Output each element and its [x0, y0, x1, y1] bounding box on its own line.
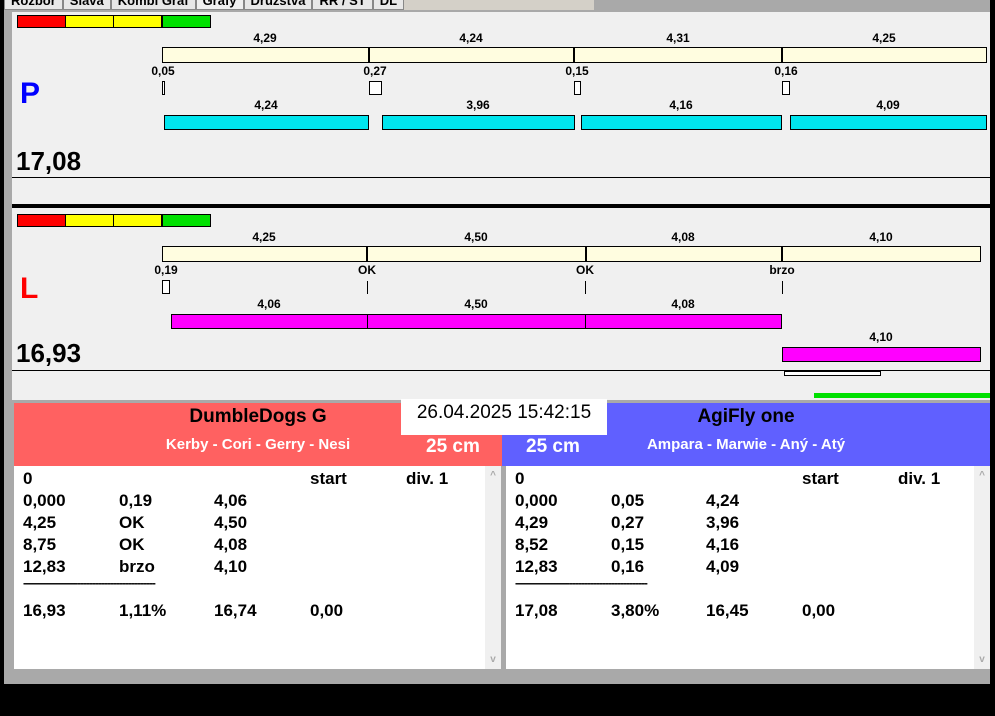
run-bar — [171, 314, 782, 329]
split-label: 4,25 — [252, 230, 276, 244]
tab-dl[interactable]: DL — [372, 0, 405, 10]
run-label: 4,09 — [876, 98, 900, 112]
reaction-label: 0,19 — [154, 263, 178, 277]
p-total-time: 17,08 — [16, 146, 82, 176]
tab-druzstva[interactable]: Družstva — [243, 0, 313, 10]
reaction-label: brzo — [769, 263, 795, 277]
l-panel: 4,25 4,50 4,08 4,10 0,19 OK OK brzo L 4,… — [12, 208, 990, 400]
reaction-box — [162, 81, 165, 95]
reaction-label: 0,05 — [151, 64, 175, 78]
lane-letter-p: P — [20, 77, 41, 110]
tab-kombi-graf[interactable]: Kombi Graf — [110, 0, 196, 10]
reaction-box — [782, 81, 790, 95]
separator: ----------------------------------------… — [515, 576, 648, 590]
run-bar — [164, 115, 369, 130]
traffic-light-bar — [17, 15, 211, 30]
left-height: 25 cm — [426, 436, 480, 457]
run-bar — [581, 115, 782, 130]
tab-bar: Rozbor Sláva Kombi Graf Grafy Družstva R… — [4, 0, 594, 10]
list-header: 0 — [515, 469, 525, 488]
split-label: 4,10 — [869, 230, 893, 244]
reaction-label: 0,16 — [774, 64, 798, 78]
reaction-label: OK — [576, 263, 594, 277]
reaction-label: 0,15 — [565, 64, 589, 78]
run-label: 4,16 — [669, 98, 693, 112]
split-bar — [162, 246, 981, 262]
reaction-box — [162, 280, 170, 294]
list-header: start — [802, 469, 839, 488]
run-label: 4,10 — [869, 330, 893, 344]
lane-letter-l: L — [20, 272, 39, 305]
run-bar — [782, 347, 981, 362]
l-total-time: 16,93 — [16, 338, 82, 368]
run-label: 4,06 — [257, 297, 281, 311]
separator: ----------------------------------------… — [23, 576, 156, 590]
tab-grafy[interactable]: Grafy — [195, 0, 244, 10]
split-label: 4,08 — [671, 230, 695, 244]
run-bar — [382, 115, 575, 130]
reaction-box — [574, 81, 581, 95]
split-label: 4,24 — [459, 31, 483, 45]
reaction-label: OK — [358, 263, 376, 277]
timeline — [12, 177, 990, 178]
datetime: 26.04.2025 15:42:15 — [401, 399, 607, 435]
right-results-list[interactable]: 0 start div. 1 0,000 0,05 4,24 4,29 0,27 3,96 … — [506, 466, 990, 669]
scrollbar[interactable]: ^ v — [485, 466, 501, 669]
run-bar — [790, 115, 987, 130]
split-label: 4,50 — [464, 230, 488, 244]
list-header: start — [310, 469, 347, 488]
reaction-box — [369, 81, 382, 95]
right-height: 25 cm — [526, 436, 580, 457]
list-header: div. 1 — [898, 469, 941, 488]
tab-rr-st[interactable]: RR / ST — [312, 0, 373, 10]
progress-marker — [784, 371, 881, 376]
run-label: 3,96 — [466, 98, 490, 112]
reaction-label: 0,27 — [363, 64, 387, 78]
split-label: 4,31 — [666, 31, 690, 45]
run-label: 4,24 — [254, 98, 278, 112]
tab-2[interactable]: Sláva — [62, 0, 111, 10]
split-label: 4,29 — [253, 31, 277, 45]
split-label: 4,25 — [872, 31, 896, 45]
run-label: 4,08 — [671, 297, 695, 311]
green-progress — [814, 393, 990, 398]
list-header: 0 — [23, 469, 33, 488]
list-header: div. 1 — [406, 469, 449, 488]
scrollbar[interactable]: ^ v — [974, 466, 990, 669]
left-results-list[interactable]: 0 start div. 1 0,000 0,19 4,06 4,25 OK 4,50 8,… — [14, 466, 501, 669]
tab-rozbor[interactable]: Rozbor — [4, 0, 63, 10]
run-label: 4,50 — [464, 297, 488, 311]
p-panel: 4,29 4,24 4,31 4,25 0,05 0,27 0,15 0,16 … — [12, 12, 990, 204]
traffic-light-bar — [17, 214, 211, 229]
